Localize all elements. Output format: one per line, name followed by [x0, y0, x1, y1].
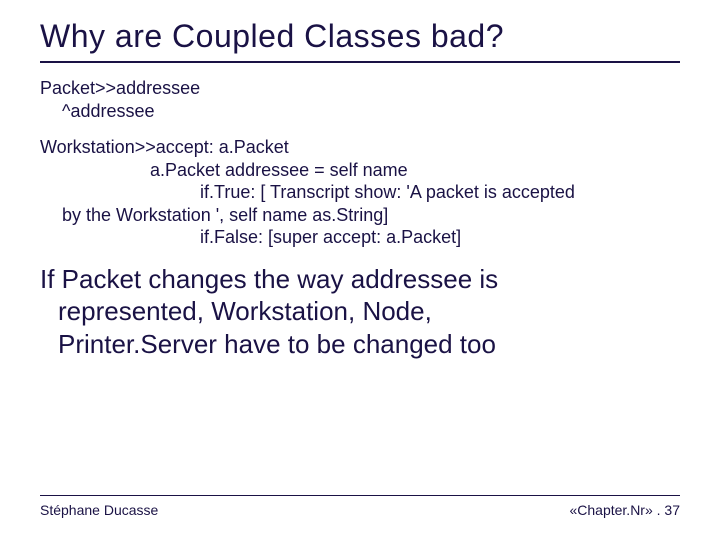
footer-page-ref: «Chapter.Nr» . 37	[569, 502, 680, 518]
body-paragraph: If Packet changes the way addressee is r…	[40, 263, 680, 361]
slide-title: Why are Coupled Classes bad?	[40, 18, 680, 55]
code-line: Workstation>>accept: a.Packet	[40, 136, 680, 159]
body-line: Printer.Server have to be changed too	[40, 328, 680, 361]
code-line: if.False: [super accept: a.Packet]	[40, 226, 680, 249]
code-line: a.Packet addressee = self name	[40, 159, 680, 182]
body-line: represented, Workstation, Node,	[40, 295, 680, 328]
code-line: ^addressee	[40, 100, 680, 123]
footer-author: Stéphane Ducasse	[40, 502, 158, 518]
code-line: by the Workstation ', self name as.Strin…	[40, 204, 680, 227]
footer-row: Stéphane Ducasse «Chapter.Nr» . 37	[40, 502, 680, 518]
code-line: Packet>>addressee	[40, 77, 680, 100]
slide-footer: Stéphane Ducasse «Chapter.Nr» . 37	[40, 495, 680, 518]
code-line: if.True: [ Transcript show: 'A packet is…	[40, 181, 680, 204]
body-line: If Packet changes the way addressee is	[40, 264, 498, 294]
footer-rule	[40, 495, 680, 496]
title-rule	[40, 61, 680, 63]
code-block-2: Workstation>>accept: a.Packet a.Packet a…	[40, 136, 680, 249]
code-block-1: Packet>>addressee ^addressee	[40, 77, 680, 122]
slide: Why are Coupled Classes bad? Packet>>add…	[0, 0, 720, 540]
